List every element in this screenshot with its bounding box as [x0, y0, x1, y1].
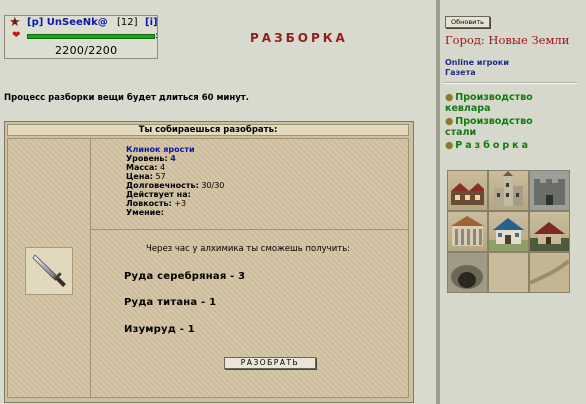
- cave-icon: [448, 253, 487, 292]
- newspaper-link[interactable]: Газета: [445, 68, 476, 77]
- username-link[interactable]: [p] UnSeeNk@: [27, 17, 108, 28]
- refresh-button[interactable]: Обновить: [445, 16, 490, 28]
- item-image: [25, 247, 73, 295]
- building-tile[interactable]: [447, 252, 488, 293]
- user-status-box: ★ [p] UnSeeNk@ [12] [i] ❤ : 2200/2200: [4, 15, 158, 59]
- level-value: 4: [170, 154, 176, 163]
- disassembly-panel: Ты собираешься разобрать: Клинок ярости …: [4, 121, 414, 403]
- reward-header: Через час у алхимика ты сможешь получить…: [146, 244, 351, 254]
- agility-value: +3: [174, 199, 187, 208]
- page-title: РАЗБОРКА: [250, 31, 348, 45]
- nav-label: Производство: [455, 116, 533, 127]
- disassemble-button[interactable]: РАЗОБРАТЬ: [224, 357, 316, 369]
- nav-label-line2: кевлара: [445, 103, 491, 114]
- acts-on-label: Действует на:: [126, 190, 191, 199]
- castle-icon: [494, 171, 523, 206]
- building-tile[interactable]: [488, 170, 529, 211]
- blue-house-icon: [489, 218, 528, 251]
- empty-tile: [488, 252, 529, 293]
- price-value: 57: [155, 172, 166, 181]
- skill-label: Умение:: [126, 208, 164, 217]
- item-name-link[interactable]: Клинок ярости: [126, 145, 195, 154]
- building-tile[interactable]: [447, 211, 488, 252]
- price-label: Цена:: [126, 172, 153, 181]
- nav-item-steel[interactable]: ● Производство стали: [445, 116, 533, 138]
- building-tile[interactable]: [529, 170, 570, 211]
- reward-item: Изумруд - 1: [124, 324, 195, 335]
- bullet-icon: ●: [445, 140, 454, 151]
- nav-item-kevlar[interactable]: ● Производство кевлара: [445, 92, 533, 114]
- reward-item: Руда титана - 1: [124, 297, 217, 308]
- dagger-icon: [32, 254, 66, 287]
- city-name: Город: Новые Земли: [445, 33, 570, 47]
- sidebar: Обновить Город: Новые Земли Online игрок…: [440, 0, 586, 404]
- level-label: Уровень:: [126, 154, 168, 163]
- factory-icon: [451, 183, 484, 205]
- main-content: ★ [p] UnSeeNk@ [12] [i] ❤ : 2200/2200 РА…: [0, 0, 436, 404]
- star-icon: ★: [9, 15, 21, 30]
- process-notice: Процесс разборки вещи будет длиться 60 м…: [4, 93, 249, 103]
- durability-value: 30/30: [201, 181, 225, 190]
- online-players-link[interactable]: Online игроки: [445, 58, 509, 67]
- building-tile[interactable]: [529, 211, 570, 252]
- city-buildings-map: [447, 170, 570, 293]
- heart-icon: ❤: [12, 30, 21, 41]
- temple-icon: [451, 216, 484, 246]
- hp-text: 2200/2200: [55, 44, 118, 57]
- nav-label: Производство: [455, 92, 533, 103]
- item-stats: Клинок ярости Уровень: 4 Масса: 4 Цена: …: [126, 145, 224, 217]
- nav-label: Разборка: [455, 140, 532, 151]
- hp-bar: [27, 34, 155, 39]
- divider-line: [444, 82, 577, 84]
- bullet-icon: ●: [445, 116, 454, 127]
- durability-label: Долговечность:: [126, 181, 199, 190]
- agility-label: Ловкость:: [126, 199, 172, 208]
- item-image-column: [8, 139, 91, 397]
- nav-item-disassembly[interactable]: ● Разборка: [445, 140, 531, 151]
- mass-label: Масса:: [126, 163, 158, 172]
- rewards-section: Через час у алхимика ты сможешь получить…: [91, 230, 408, 397]
- nav-label-line2: стали: [445, 127, 477, 138]
- user-level: [12]: [117, 17, 138, 28]
- building-tile[interactable]: [447, 170, 488, 211]
- building-tile[interactable]: [529, 252, 570, 293]
- building-tile[interactable]: [488, 211, 529, 252]
- path-icon: [530, 253, 569, 292]
- item-details: Клинок ярости Уровень: 4 Масса: 4 Цена: …: [91, 139, 408, 230]
- user-info-link[interactable]: [i]: [145, 17, 158, 28]
- mass-value: 4: [160, 163, 166, 172]
- reward-item: Руда серебряная - 3: [124, 271, 246, 282]
- hp-bar-separator: :: [155, 31, 159, 41]
- fortress-icon: [530, 171, 569, 210]
- bullet-icon: ●: [445, 92, 454, 103]
- panel-header: Ты собираешься разобрать:: [7, 124, 409, 136]
- panel-body: Клинок ярости Уровень: 4 Масса: 4 Цена: …: [7, 138, 409, 398]
- cottage-icon: [530, 222, 569, 251]
